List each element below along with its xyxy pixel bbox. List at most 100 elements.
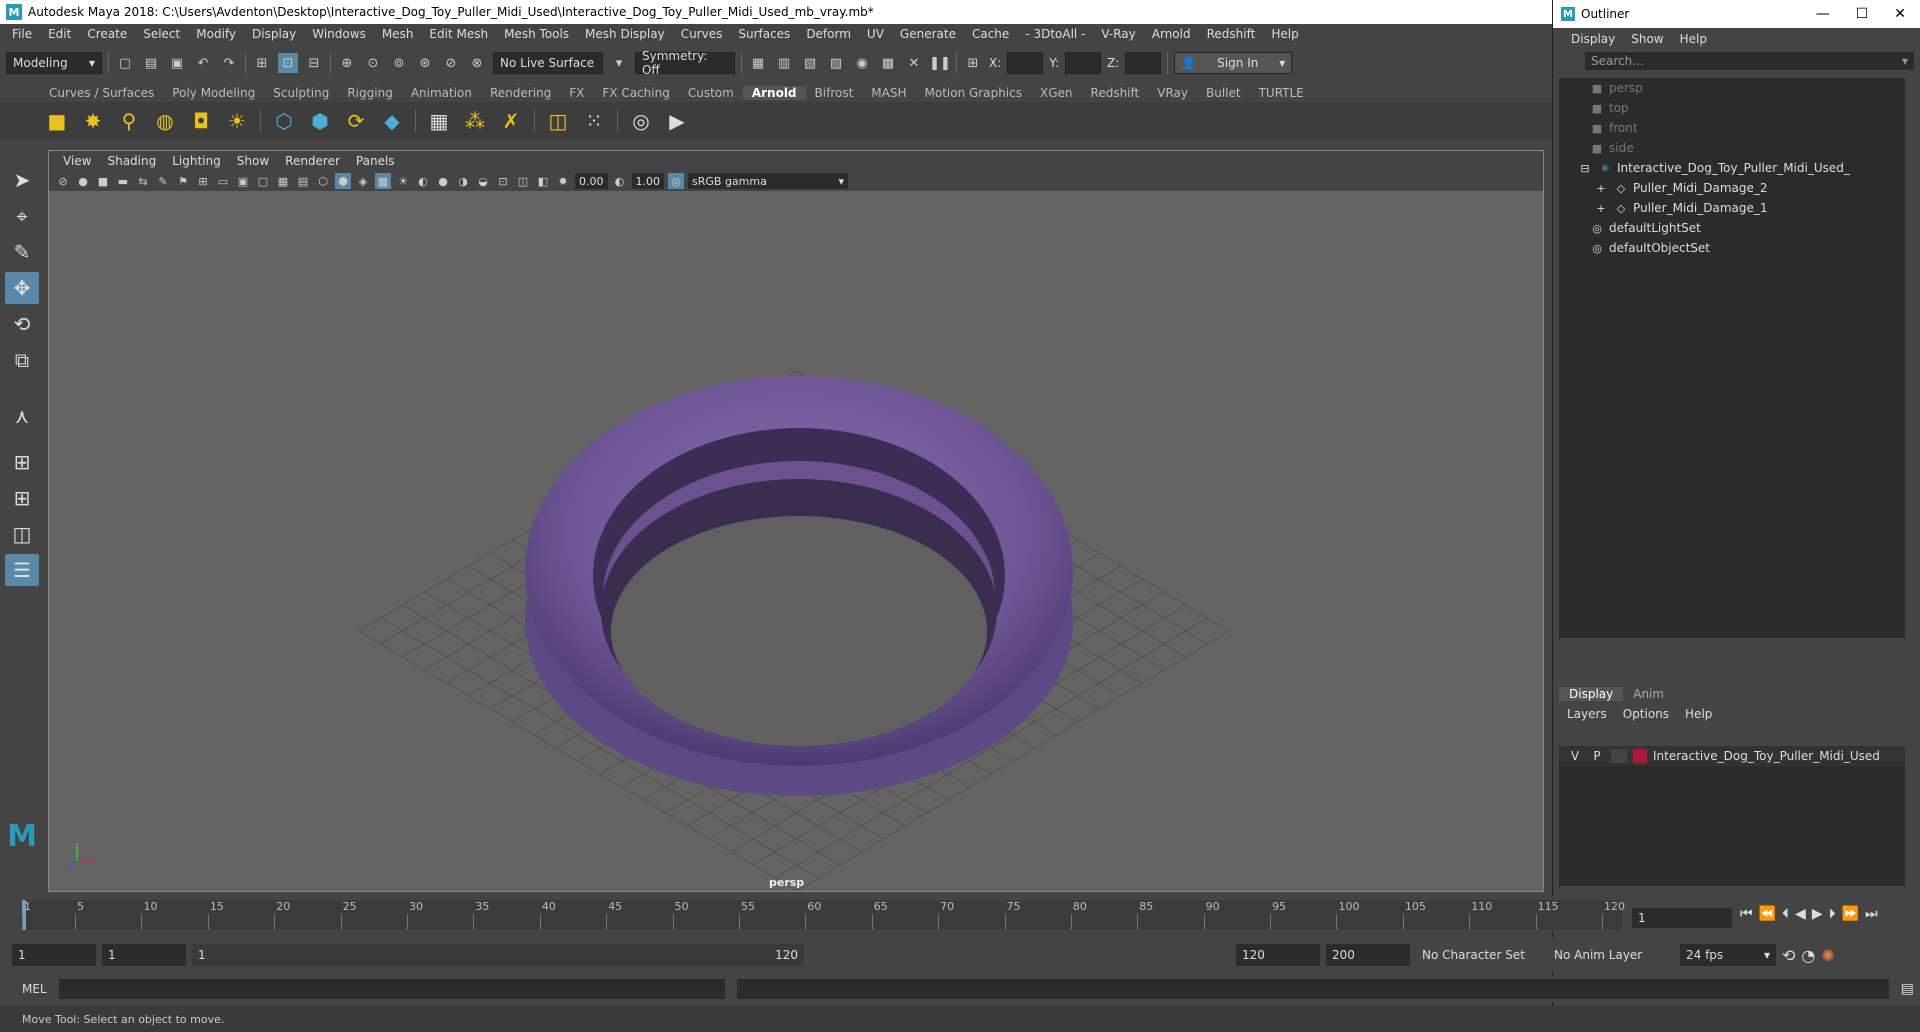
snap-curve-icon[interactable]: ⊙ <box>363 53 383 73</box>
outliner-menu-show[interactable]: Show <box>1623 32 1671 46</box>
layer-tab-display[interactable]: Display <box>1559 687 1624 701</box>
play-render-icon[interactable]: ▶ <box>664 108 690 134</box>
x-field[interactable] <box>1007 52 1044 74</box>
bookmark-icon[interactable]: ⚑ <box>175 173 191 189</box>
menu-redshift[interactable]: Redshift <box>1199 27 1264 41</box>
smooth-shade-icon[interactable]: ⬢ <box>335 173 351 189</box>
menu-display[interactable]: Display <box>244 27 304 41</box>
step-forward-frame-icon[interactable]: ⏵ <box>1829 906 1836 922</box>
anim-prefs-icon[interactable]: ✺ <box>1821 946 1834 965</box>
select-hierarchy-icon[interactable]: ⊞ <box>252 53 272 73</box>
menu-help[interactable]: Help <box>1263 27 1306 41</box>
volume-icon[interactable]: ◆ <box>379 108 405 134</box>
play-forwards-icon[interactable]: ▶ <box>1812 906 1823 922</box>
menu-select[interactable]: Select <box>135 27 188 41</box>
wireframe-icon[interactable]: ⬡ <box>315 173 331 189</box>
playback-end-field[interactable]: 120 <box>1236 944 1320 966</box>
layer-type-toggle[interactable] <box>1611 749 1627 763</box>
shelf-tab-fx-caching[interactable]: FX Caching <box>593 86 678 100</box>
outliner-menu-help[interactable]: Help <box>1672 32 1715 46</box>
loop-icon[interactable]: ⟲ <box>1782 946 1795 965</box>
layer-row[interactable]: V P Interactive_Dog_Toy_Puller_Midi_Used <box>1559 746 1905 766</box>
menu-3dtoall[interactable]: - 3DtoAll - <box>1017 27 1093 41</box>
tool-settings-icon[interactable]: ✕ <box>904 53 924 73</box>
step-back-key-icon[interactable]: ⏪ <box>1759 906 1776 922</box>
step-forward-key-icon[interactable]: ⏩ <box>1842 906 1859 922</box>
film-gate-icon[interactable]: ▭ <box>215 173 231 189</box>
menu-arnold[interactable]: Arnold <box>1144 27 1199 41</box>
z-field[interactable] <box>1125 52 1162 74</box>
current-frame-field[interactable]: 1 <box>1632 908 1732 928</box>
menu-file[interactable]: File <box>4 27 40 41</box>
maximize-icon[interactable]: ☐ <box>1856 6 1869 22</box>
end-time-field[interactable]: 200 <box>1326 944 1410 966</box>
shadows-icon[interactable]: ◐ <box>415 173 431 189</box>
start-time-field[interactable]: 1 <box>12 944 96 966</box>
go-to-end-icon[interactable]: ⏭ <box>1865 906 1878 922</box>
layer-tab-anim[interactable]: Anim <box>1623 687 1674 701</box>
menu-mesh-tools[interactable]: Mesh Tools <box>496 27 577 41</box>
shelf-tab-vray[interactable]: VRay <box>1148 86 1197 100</box>
menu-curves[interactable]: Curves <box>673 27 731 41</box>
shelf-tab-rendering[interactable]: Rendering <box>481 86 560 100</box>
outliner-item-damage-2[interactable]: + ◇ Puller_Midi_Damage_2 <box>1559 178 1905 198</box>
shelf-tab-turtle[interactable]: TURTLE <box>1250 86 1313 100</box>
snap-view-icon[interactable]: ⊛ <box>415 53 435 73</box>
shelf-tab-rigging[interactable]: Rigging <box>338 86 401 100</box>
chevron-down-icon[interactable]: ▾ <box>609 53 629 73</box>
snap-live-icon[interactable]: ⊘ <box>441 53 461 73</box>
render-frame-icon[interactable]: ▦ <box>748 53 768 73</box>
xray-joints-icon[interactable]: ◧ <box>535 173 551 189</box>
rotate-tool-icon[interactable]: ⟲ <box>5 308 39 340</box>
command-input[interactable] <box>58 979 725 999</box>
minimize-icon[interactable]: — <box>1816 6 1830 22</box>
grid-toggle-icon[interactable]: ⊞ <box>195 173 211 189</box>
layer-visibility-toggle[interactable]: V <box>1567 749 1583 763</box>
paint-select-tool-icon[interactable]: ✎ <box>5 236 39 268</box>
colorspace-selector[interactable]: sRGB gamma ▾ <box>688 173 848 189</box>
expand-icon[interactable]: + <box>1593 182 1609 195</box>
ipr-icon[interactable]: ▧ <box>800 53 820 73</box>
hypershade-icon[interactable]: ◉ <box>852 53 872 73</box>
physical-sky-icon[interactable]: ☀ <box>224 108 250 134</box>
export-standin-icon[interactable]: ⬢ <box>307 108 333 134</box>
save-scene-icon[interactable]: ▣ <box>167 53 187 73</box>
menu-edit[interactable]: Edit <box>40 27 79 41</box>
shelf-tab-xgen[interactable]: XGen <box>1031 86 1082 100</box>
outliner-item-persp[interactable]: ■ persp <box>1559 78 1905 98</box>
render-settings-icon[interactable]: ▨ <box>826 53 846 73</box>
gamma-field[interactable]: 1.00 <box>631 173 664 189</box>
transform-constraint-icon[interactable]: ⊞ <box>963 53 983 73</box>
viewport-menu-view[interactable]: View <box>55 154 99 168</box>
bookmarks-icon[interactable]: ■ <box>95 173 111 189</box>
menu-uv[interactable]: UV <box>859 27 892 41</box>
menu-deform[interactable]: Deform <box>798 27 859 41</box>
viewport-persp[interactable]: View Shading Lighting Show Renderer Pane… <box>48 150 1544 892</box>
shelf-tab-bifrost[interactable]: Bifrost <box>806 86 863 100</box>
area-light-icon[interactable]: ■ <box>44 108 70 134</box>
shelf-tab-poly-modeling[interactable]: Poly Modeling <box>163 86 264 100</box>
menu-vray[interactable]: V-Ray <box>1093 27 1143 41</box>
gamma-icon[interactable]: ◐ <box>612 173 628 189</box>
flush-all-icon[interactable]: ✗ <box>498 108 524 134</box>
select-object-icon[interactable]: ⊡ <box>278 53 298 73</box>
shelf-tab-redshift[interactable]: Redshift <box>1082 86 1149 100</box>
gate-mask-icon[interactable]: ▢ <box>255 173 271 189</box>
layer-menu-layers[interactable]: Layers <box>1559 707 1615 721</box>
shelf-tab-animation[interactable]: Animation <box>402 86 481 100</box>
isolate-select-icon[interactable]: ⊡ <box>495 173 511 189</box>
mesh-light-icon[interactable]: ✸ <box>80 108 106 134</box>
redo-icon[interactable]: ↷ <box>219 53 239 73</box>
xray-icon[interactable]: ◫ <box>515 173 531 189</box>
outliner-item-side[interactable]: ■ side <box>1559 138 1905 158</box>
exposure-field[interactable]: 0.00 <box>575 173 608 189</box>
command-language-label[interactable]: MEL <box>22 982 47 996</box>
select-component-icon[interactable]: ⊟ <box>304 53 324 73</box>
layer-menu-help[interactable]: Help <box>1677 707 1720 721</box>
close-icon[interactable]: ✕ <box>1894 6 1906 22</box>
photometric-light-icon[interactable]: ⚲ <box>116 108 142 134</box>
outliner-menu-display[interactable]: Display <box>1563 32 1623 46</box>
menu-cache[interactable]: Cache <box>964 27 1017 41</box>
shelf-tab-mash[interactable]: MASH <box>862 86 915 100</box>
image-plane-icon[interactable]: ▬ <box>115 173 131 189</box>
